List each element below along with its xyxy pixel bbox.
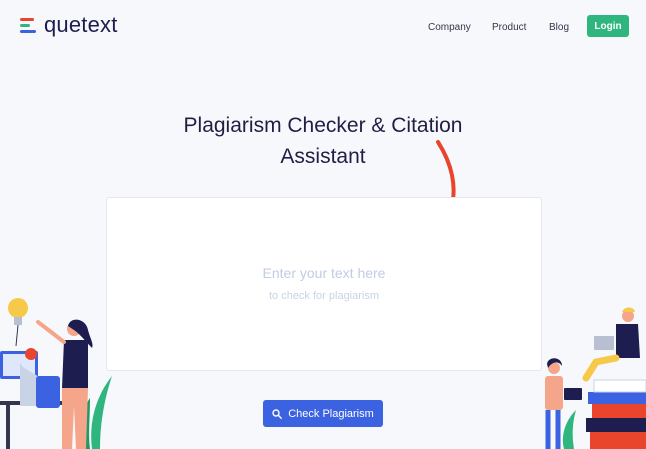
placeholder-line-1: Enter your text here: [262, 265, 386, 281]
page-title: Plagiarism Checker & Citation Assistant: [0, 110, 646, 172]
login-button[interactable]: Login: [587, 15, 629, 37]
title-line-2: Assistant: [280, 145, 366, 168]
brand-name: quetext: [44, 12, 118, 37]
check-plagiarism-button[interactable]: Check Plagiarism: [263, 400, 383, 427]
header: quetext Company Product Blog Login: [0, 0, 646, 56]
people-on-books-illustration-icon: [545, 307, 646, 449]
title-line-1: Plagiarism Checker & Citation: [183, 114, 463, 137]
nav-product[interactable]: Product: [492, 22, 526, 33]
text-input-area[interactable]: Enter your text here to check for plagia…: [106, 197, 542, 371]
placeholder-line-2: to check for plagiarism: [268, 290, 380, 302]
search-icon: [272, 408, 283, 419]
nav-blog[interactable]: Blog: [549, 22, 569, 33]
nav-company[interactable]: Company: [428, 22, 471, 33]
logo[interactable]: quetext: [20, 14, 118, 36]
check-plagiarism-label: Check Plagiarism: [288, 407, 374, 420]
people-at-desk-illustration-icon: [0, 298, 112, 449]
logo-mark-icon: [20, 15, 38, 35]
